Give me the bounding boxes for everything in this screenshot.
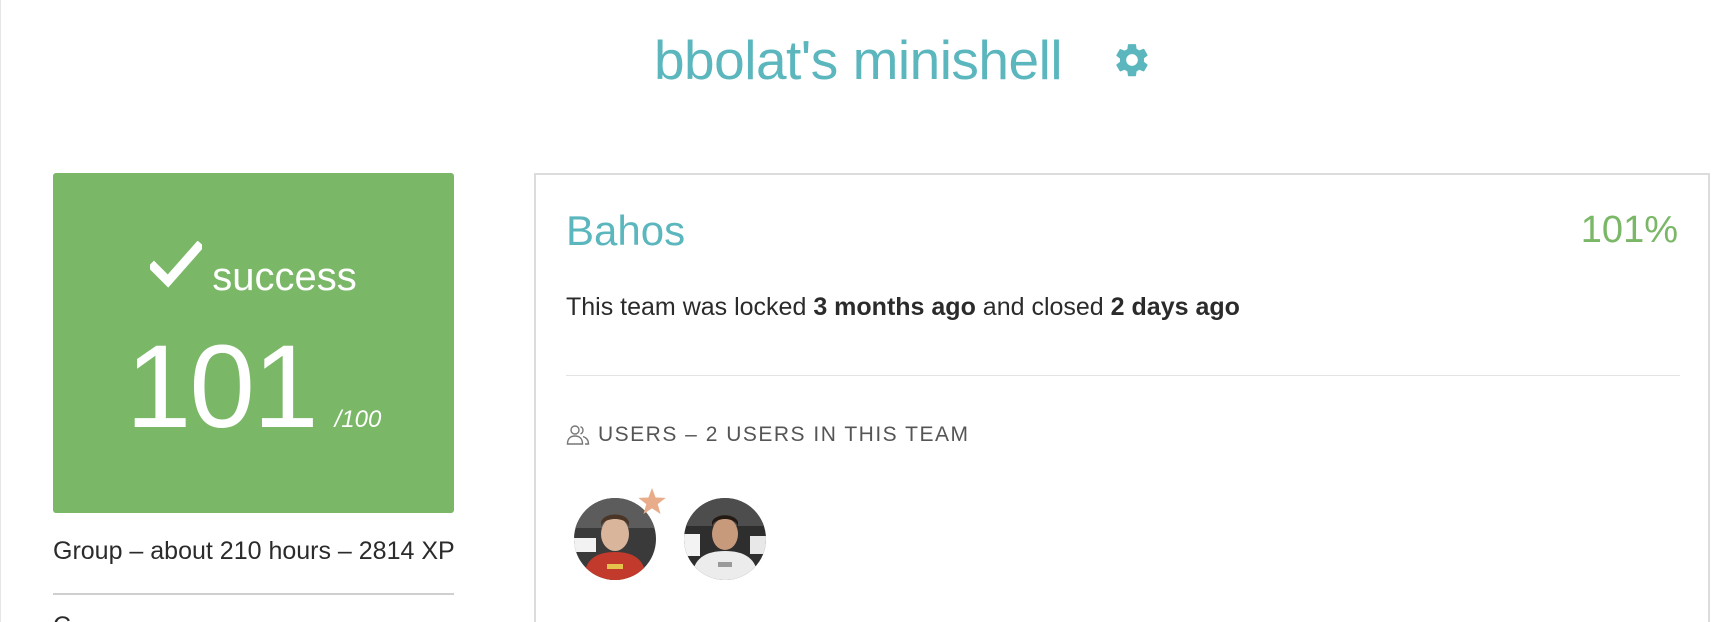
- closed-ago: 2 days ago: [1110, 293, 1240, 321]
- project-page: bbolat's minishell success 101 /100 Grou…: [0, 0, 1726, 622]
- team-member: [574, 488, 684, 580]
- lock-info: This team was locked 3 months ago and cl…: [566, 293, 1240, 322]
- max-mark: /100: [334, 406, 382, 433]
- users-icon: [566, 425, 590, 445]
- team-percent: 101%: [1580, 209, 1678, 251]
- locked-ago: 3 months ago: [813, 293, 976, 321]
- score-line: 101 /100: [53, 328, 454, 446]
- status-box: success 101 /100: [53, 173, 454, 513]
- check-icon: [150, 241, 203, 288]
- divider: [53, 593, 454, 595]
- team-member: [684, 498, 794, 580]
- final-mark: 101: [125, 321, 319, 453]
- status-label: success: [212, 255, 357, 299]
- group-info: Group – about 210 hours – 2814 XP: [53, 537, 455, 565]
- project-title: bbolat's minishell: [653, 29, 1063, 91]
- avatar[interactable]: [684, 498, 766, 580]
- users-header: USERS – 2 USERS IN THIS TEAM: [566, 423, 969, 447]
- status-line: success: [53, 241, 454, 297]
- users-header-label: USERS – 2 USERS IN THIS TEAM: [598, 423, 970, 446]
- cut-off-text: C: [53, 612, 71, 622]
- gear-icon[interactable]: [1110, 38, 1154, 82]
- lock-prefix: This team was locked: [566, 293, 814, 321]
- star-icon: [638, 488, 666, 514]
- avatar-list: [574, 488, 794, 580]
- team-panel: Bahos 101% This team was locked 3 months…: [534, 173, 1710, 622]
- team-name[interactable]: Bahos: [566, 207, 685, 255]
- divider: [566, 375, 1680, 376]
- title-row: bbolat's minishell: [1, 28, 1726, 92]
- closed-mid: and closed: [975, 293, 1111, 321]
